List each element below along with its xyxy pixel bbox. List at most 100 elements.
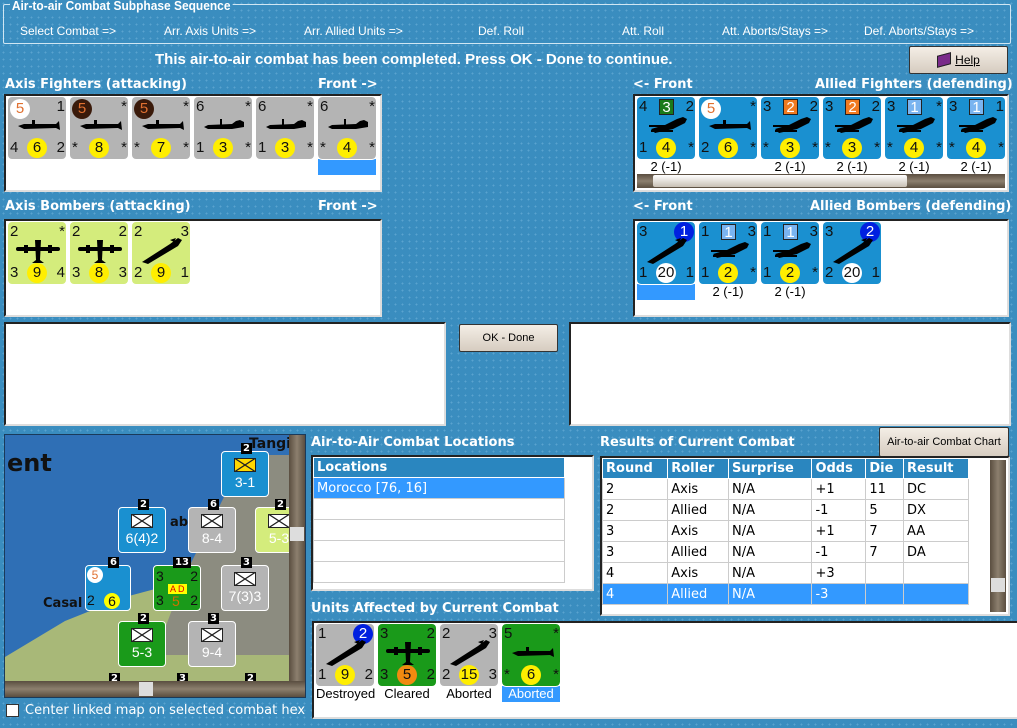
map-horizontal-scrollbar[interactable] [5, 681, 305, 697]
unit-counter-face[interactable]: 51462 [8, 97, 66, 159]
unit-counter[interactable]: 5 * * 8 * [70, 97, 128, 175]
unit-counter-face[interactable]: 32352 [378, 624, 436, 686]
center-map-checkbox[interactable] [6, 704, 19, 717]
column-header[interactable]: Round [601, 458, 669, 479]
combat-chart-button[interactable]: Air-to-air Combat Chart [879, 427, 1009, 457]
column-header[interactable]: Roller [667, 458, 730, 479]
map-ground-unit[interactable]: 7(3)3 [221, 565, 269, 611]
unit-counter[interactable]: 5 * * 6 * Aborted [501, 623, 561, 702]
map-ground-unit[interactable]: 9-4 [188, 621, 236, 667]
unit-counter[interactable]: 6 * 1 3 * [256, 97, 314, 175]
allied-notes-box[interactable] [569, 322, 1011, 426]
unit-counter[interactable]: 3 1 1 * 4 * 2 (-1) [947, 97, 1005, 175]
unit-counter-face[interactable]: 12192 [316, 624, 374, 686]
map-ground-unit[interactable]: 5-3 [118, 621, 166, 667]
column-header[interactable]: Die [865, 458, 905, 479]
infantry-symbol-icon [234, 458, 256, 472]
unit-counter[interactable]: 22383 [70, 222, 128, 284]
location-row-empty[interactable] [313, 498, 565, 520]
unit-counter-face[interactable]: 6 * 1 3 * [256, 97, 314, 159]
stack-count: 6 [208, 499, 219, 510]
unit-counter-face[interactable]: 1 1 3 1 2 * [699, 222, 757, 284]
ok-done-button[interactable]: OK - Done [459, 324, 558, 352]
result-row[interactable]: 2 Axis N/A +1 11 DC [601, 478, 969, 500]
unit-counter-face[interactable]: 5 * * 7 * [132, 97, 190, 159]
results-scrollbar[interactable] [990, 460, 1006, 612]
location-row-empty[interactable] [313, 519, 565, 541]
result-cell: 7 [865, 520, 905, 542]
unit-counter-face[interactable]: 3 1 1 20 1 [636, 221, 696, 285]
unit-counter-face[interactable]: 1 1 3 1 2 * [761, 222, 819, 284]
map-place-rabat: ab [170, 515, 189, 530]
results-scroll-thumb[interactable] [991, 578, 1005, 592]
air-unit-strength: 5 [87, 567, 103, 583]
range-value: * [369, 98, 375, 115]
result-row[interactable]: 4 Allied N/A -3 [601, 583, 969, 605]
unit-counter[interactable]: 2 * 3 9 4 [8, 222, 66, 284]
unit-counter[interactable]: 3 1 1 20 1 [636, 221, 696, 300]
unit-counter-face[interactable]: 3 1 1 * 4 * [947, 97, 1005, 159]
allied-bombers-title: Allied Bombers (defending) [810, 199, 1012, 214]
map-vscroll-thumb[interactable] [290, 527, 304, 541]
unit-counter-face[interactable]: 3 2 2 20 1 [823, 222, 881, 284]
bottom-left-value: 1 [763, 264, 772, 281]
help-button[interactable]: Help [909, 46, 1008, 74]
locations-header: Locations [313, 457, 565, 478]
unit-counter[interactable]: 51462 [8, 97, 66, 175]
unit-counter[interactable]: 5 * 2 6 * [699, 97, 757, 175]
column-header[interactable]: Result [903, 458, 969, 479]
unit-counter-face[interactable]: 22383 [70, 222, 128, 284]
unit-counter[interactable]: 5 * * 7 * [132, 97, 190, 175]
bottom-left-value: * [72, 139, 78, 156]
unit-counter-face[interactable]: 6 * 1 3 * [194, 97, 252, 159]
bottom-right-value: * [307, 139, 313, 156]
unit-counter-face[interactable]: 4 3 2 1 4 * [637, 97, 695, 159]
unit-strength: 3-1 [234, 474, 256, 490]
map-air-unit[interactable]: 5 2 6 [85, 565, 131, 611]
map-vertical-scrollbar[interactable] [289, 435, 305, 681]
unit-counter[interactable]: 3 2 2 * 3 * 2 (-1) [761, 97, 819, 175]
location-row-empty[interactable] [313, 561, 565, 583]
unit-counter[interactable]: 2 3 2 15 3 Aborted [440, 624, 498, 702]
map-hscroll-thumb[interactable] [139, 682, 153, 696]
result-row[interactable]: 2 Allied N/A -1 5 DX [601, 499, 969, 521]
unit-counter-face[interactable]: 5 * * 8 * [70, 97, 128, 159]
location-row-empty[interactable] [313, 540, 565, 562]
unit-counter[interactable]: 6 * * 4 * [317, 96, 377, 175]
unit-counter[interactable]: 3 2 2 * 3 * 2 (-1) [823, 97, 881, 175]
unit-counter[interactable]: 3 2 2 20 1 [823, 222, 881, 300]
column-header[interactable]: Surprise [728, 458, 813, 479]
unit-counter[interactable]: 3 1 * * 4 * 2 (-1) [885, 97, 943, 175]
unit-counter[interactable]: 1 1 3 1 2 * 2 (-1) [761, 222, 819, 300]
result-row[interactable]: 3 Axis N/A +1 7 AA [601, 520, 969, 542]
unit-counter-face[interactable]: 3 1 * * 4 * [885, 97, 943, 159]
unit-counter-face[interactable]: 6 * * 4 * [317, 96, 377, 160]
location-row[interactable]: Morocco [76, 16] [313, 477, 565, 499]
result-row[interactable]: 4 Axis N/A +3 [601, 562, 969, 584]
map-combat-stack[interactable]: 3 2 3 2 A D 5 [153, 565, 201, 611]
bottom-left-value: 1 [639, 139, 648, 156]
map-ground-unit[interactable]: 6(4)2 [118, 507, 166, 553]
linked-map[interactable]: ent Tangi ab 3-1 2 6(4)2 2 8-4 6 5-3 2 7(3)3 3 5-3… [4, 434, 306, 698]
unit-counter-face[interactable]: 2 * 3 9 4 [8, 222, 66, 284]
unit-counter-face[interactable]: 2 3 2 15 3 [440, 624, 498, 686]
unit-counter[interactable]: 6 * 1 3 * [194, 97, 252, 175]
allied-fighters-scrollbar[interactable] [637, 174, 1005, 188]
result-row[interactable]: 3 Allied N/A -1 7 DA [601, 541, 969, 563]
unit-counter-face[interactable]: 23291 [132, 222, 190, 284]
axis-notes-box[interactable] [4, 322, 446, 426]
unit-counter[interactable]: 23291 [132, 222, 190, 284]
column-header[interactable]: Odds [811, 458, 867, 479]
unit-counter-face[interactable]: 5 * 2 6 * [699, 97, 757, 159]
unit-counter[interactable]: 3 2 3 5 2 Cleared [378, 624, 436, 702]
unit-counter-face[interactable]: 5 * * 6 * [501, 623, 561, 687]
scroll-thumb[interactable] [653, 175, 907, 187]
unit-counter-face[interactable]: 3 2 2 * 3 * [823, 97, 881, 159]
map-ground-unit[interactable]: 8-4 [188, 507, 236, 553]
unit-counter[interactable]: 1 2 1 9 2 Destroyed [316, 624, 375, 702]
unit-counter[interactable]: 4 3 2 1 4 * 2 (-1) [637, 97, 695, 175]
unit-counter[interactable]: 1 1 3 1 2 * 2 (-1) [699, 222, 757, 300]
unit-counter-face[interactable]: 3 2 2 * 3 * [761, 97, 819, 159]
map-ground-unit[interactable]: 3-1 [221, 451, 269, 497]
center-value: 2 [718, 263, 738, 283]
